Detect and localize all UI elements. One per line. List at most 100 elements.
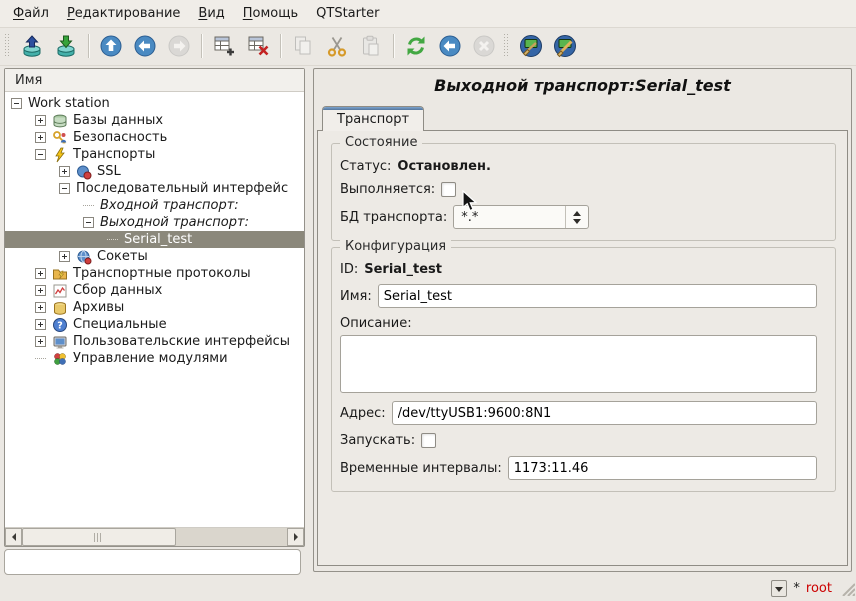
tree-item-сбор-данных[interactable]: Сбор данных <box>5 282 304 299</box>
collapse-icon[interactable] <box>83 217 94 228</box>
tree-item-label: Пользовательские интерфейсы <box>73 334 290 349</box>
tree-item-label: Специальные <box>73 317 167 332</box>
tree-view: Work stationБазы данных Безопасность Транс… <box>5 92 304 527</box>
tree-item-label: Базы данных <box>73 113 163 128</box>
menu-помощь[interactable]: Помощь <box>234 2 307 25</box>
tree-search-input[interactable] <box>4 549 301 575</box>
tree-item-label: Транспорты <box>73 147 155 162</box>
copy-item-button <box>286 30 320 62</box>
collapse-icon[interactable] <box>59 183 70 194</box>
menu-редактирование[interactable]: Редактирование <box>58 2 189 25</box>
description-textarea[interactable] <box>340 335 817 393</box>
expand-icon[interactable] <box>59 166 70 177</box>
expand-icon[interactable] <box>35 115 46 126</box>
scroll-left-button[interactable] <box>5 528 22 546</box>
refresh-button[interactable] <box>399 30 433 62</box>
expand-icon[interactable] <box>59 251 70 262</box>
cut-icon <box>324 33 350 59</box>
tree-item-управление-модулями[interactable]: Управление модулями <box>5 350 304 367</box>
add-item-button[interactable] <box>207 30 241 62</box>
transport-icon <box>52 147 68 163</box>
tree-item-архивы[interactable]: Архивы <box>5 299 304 316</box>
running-label: Выполняется: <box>340 182 435 197</box>
state-group-legend: Состояние <box>340 135 422 150</box>
expand-icon[interactable] <box>35 302 46 313</box>
tree-item-label: Входной транспорт: <box>100 198 239 213</box>
delete-item-button[interactable] <box>241 30 275 62</box>
tab-transport[interactable]: Транспорт <box>322 106 424 131</box>
tree-item-label: Serial_test <box>124 232 192 247</box>
tree-item-сокеты[interactable]: Сокеты <box>5 248 304 265</box>
tree-item-базы-данных[interactable]: Базы данных <box>5 112 304 129</box>
tree-item-work-station[interactable]: Work station <box>5 95 304 112</box>
paste-item-button <box>354 30 388 62</box>
daq-icon <box>52 283 68 299</box>
config-groupbox: Конфигурация ID: Serial_test Имя: Описан… <box>331 247 836 492</box>
scrollbar-thumb[interactable] <box>22 528 176 546</box>
table-delete-icon <box>245 33 271 59</box>
menu-qtstarter[interactable]: QTStarter <box>307 2 388 25</box>
description-label: Описание: <box>340 316 412 331</box>
state-groupbox: Состояние Статус: Остановлен. Выполняетс… <box>331 143 836 241</box>
start-update-circle-icon <box>437 33 463 59</box>
name-input[interactable] <box>378 284 817 308</box>
tree-item-входной-транспорт[interactable]: Входной транспорт: <box>5 197 304 214</box>
tree-item-label: Безопасность <box>73 130 167 145</box>
tree-item-последовательный-интерфейс[interactable]: Последовательный интерфейс <box>5 180 304 197</box>
expand-icon[interactable] <box>35 268 46 279</box>
tree-item-специальные[interactable]: ?Специальные <box>5 316 304 333</box>
start-periodic-update-button[interactable] <box>433 30 467 62</box>
protocol-icon <box>52 266 68 282</box>
go-up-button[interactable] <box>94 30 128 62</box>
tree-item-пользовательские-интерфейсы[interactable]: Пользовательские интерфейсы <box>5 333 304 350</box>
toolbar <box>0 28 856 66</box>
scroll-right-button[interactable] <box>287 528 304 546</box>
toolbar-handle[interactable] <box>4 34 11 58</box>
tree-column-header[interactable]: Имя <box>5 69 304 92</box>
tree-item-выходной-транспорт[interactable]: Выходной транспорт: <box>5 214 304 231</box>
spinner-arrows-icon[interactable] <box>565 206 588 228</box>
expand-icon[interactable] <box>35 336 46 347</box>
collapse-icon[interactable] <box>35 149 46 160</box>
application-window: ФайлРедактированиеВидПомощьQTStarter Имя… <box>0 0 856 601</box>
expand-icon[interactable] <box>35 285 46 296</box>
statusbar-dropdown-button[interactable] <box>771 580 787 597</box>
expand-icon[interactable] <box>35 319 46 330</box>
save-to-db-button[interactable] <box>49 30 83 62</box>
load-from-db-button[interactable] <box>15 30 49 62</box>
expand-icon[interactable] <box>35 132 46 143</box>
menu-файл[interactable]: Файл <box>4 2 58 25</box>
address-input[interactable] <box>392 401 817 425</box>
collapse-icon[interactable] <box>11 98 22 109</box>
tree-item-label: Сокеты <box>97 249 148 264</box>
tab-pane: Состояние Статус: Остановлен. Выполняетс… <box>317 130 848 566</box>
tree-item-транспорты[interactable]: Транспорты <box>5 146 304 163</box>
timings-input[interactable] <box>508 456 817 480</box>
go-back-button[interactable] <box>128 30 162 62</box>
ui-icon <box>52 334 68 350</box>
resize-grip-icon[interactable] <box>840 581 855 600</box>
tree-item-serial_test[interactable]: Serial_test <box>5 231 304 248</box>
config-group-legend: Конфигурация <box>340 239 451 254</box>
tree-horizontal-scrollbar[interactable] <box>5 527 304 546</box>
running-checkbox[interactable] <box>441 182 456 197</box>
transport-db-combobox[interactable]: *.* <box>453 205 589 229</box>
menu-вид[interactable]: Вид <box>189 2 233 25</box>
cut-item-button[interactable] <box>320 30 354 62</box>
autostart-checkbox[interactable] <box>421 433 436 448</box>
open-configurator-button[interactable] <box>514 30 548 62</box>
open-vision-button[interactable] <box>548 30 582 62</box>
toolbar-handle[interactable] <box>503 34 510 58</box>
modified-indicator: * <box>793 581 800 596</box>
page-title: Выходной транспорт:Serial_test <box>314 76 851 95</box>
timings-label: Временные интервалы: <box>340 461 502 476</box>
tree-item-транспортные-протоколы[interactable]: Транспортные протоколы <box>5 265 304 282</box>
go-forward-button <box>162 30 196 62</box>
tree-branch-line <box>107 239 118 241</box>
address-label: Адрес: <box>340 406 386 421</box>
stop-update-button <box>467 30 501 62</box>
tree-item-безопасность[interactable]: Безопасность <box>5 129 304 146</box>
scrollbar-track[interactable] <box>22 528 287 546</box>
tree-branch-line <box>35 358 46 360</box>
tree-item-ssl[interactable]: SSL <box>5 163 304 180</box>
